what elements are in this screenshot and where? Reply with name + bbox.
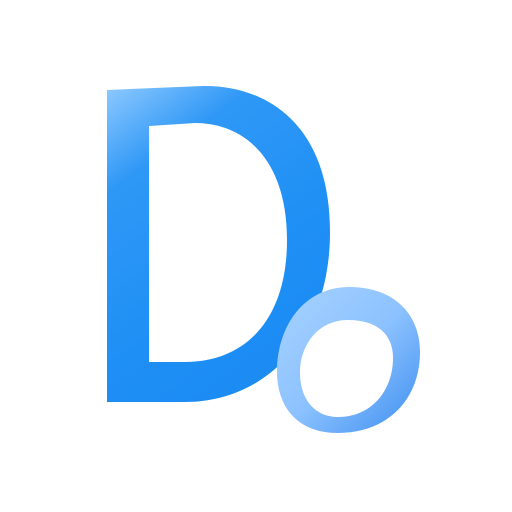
app-icon: [0, 0, 512, 512]
do-logo: [107, 85, 420, 433]
